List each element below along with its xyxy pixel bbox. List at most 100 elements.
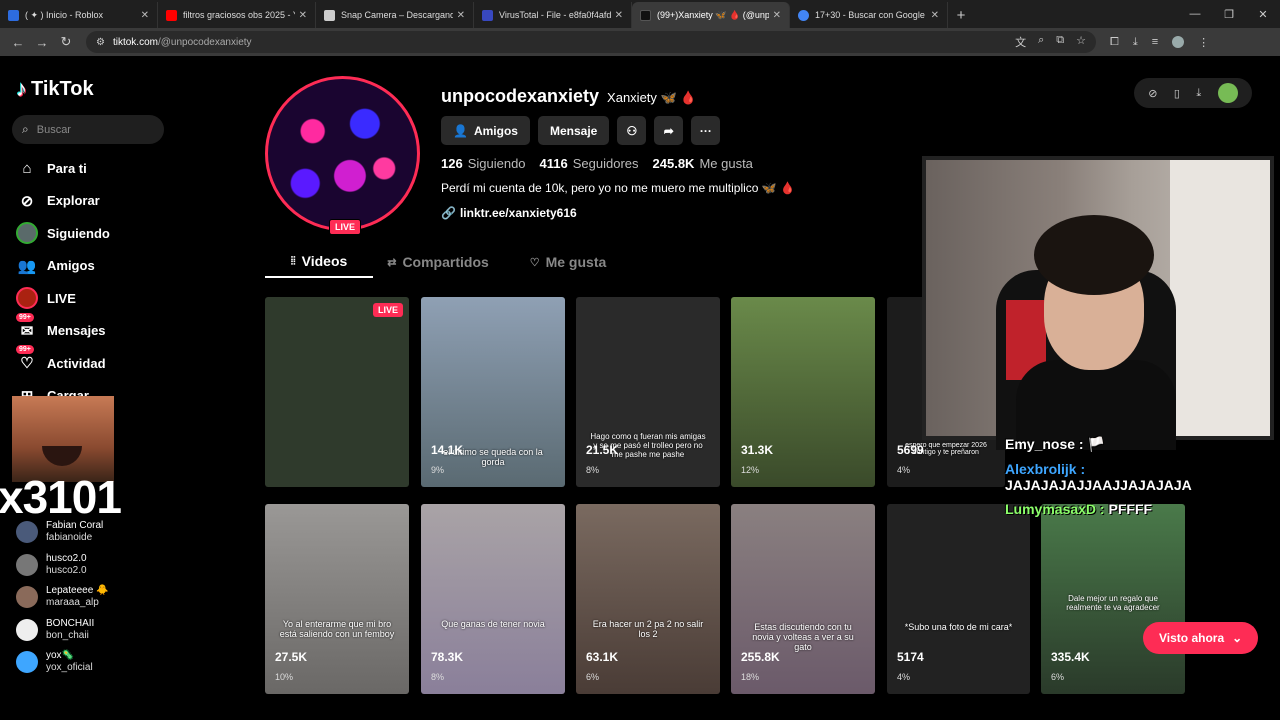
- video-card[interactable]: Era hacer un 2 pa 2 no salir los 2 63.1K…: [576, 504, 720, 694]
- video-card[interactable]: *Subo una foto de mi cara* 5174 4%: [887, 504, 1030, 694]
- browser-tab[interactable]: filtros graciosos obs 2025 - You ✕: [158, 2, 316, 28]
- profile-name-row: unpocodexanxiety Xanxiety 🦋 🩸: [441, 86, 697, 107]
- account-name: husco2.0: [46, 552, 87, 564]
- sidebar-item-actividad[interactable]: ♡ 99+ Actividad: [16, 345, 110, 380]
- sidebar: ♪ TikTok ⌕ Buscar ⌂ Para ti ⊘ Explorar Sigui…: [0, 56, 240, 720]
- video-card[interactable]: LIVE: [265, 297, 409, 487]
- new-tab-button[interactable]: +: [948, 2, 974, 28]
- browser-tab-active[interactable]: (99+)Xanxiety 🦋 🩸 (@unpoco ✕: [632, 2, 790, 28]
- message-button[interactable]: Mensaje: [537, 116, 610, 145]
- close-icon[interactable]: ✕: [615, 10, 623, 21]
- following-account[interactable]: Lepateeee 🐥 maraaa_alp: [16, 581, 109, 614]
- followers-stat[interactable]: 4116 Seguidores: [540, 156, 639, 171]
- visto-label: Visto ahora: [1159, 631, 1225, 645]
- search-icon: ⌕: [22, 122, 29, 136]
- stream-chat: Emy_nose : 🏳️ Alexbrolijk : JAJAJAJAJJAAJ…: [1005, 436, 1255, 525]
- profile-link[interactable]: 🔗 linktr.ee/xanxiety616: [441, 206, 577, 220]
- more-button[interactable]: ···: [691, 116, 721, 145]
- browser-tab[interactable]: 17+30 - Buscar con Google ✕: [790, 2, 948, 28]
- following-account[interactable]: husco2.0 husco2.0: [16, 549, 109, 582]
- tiktok-logo[interactable]: ♪ TikTok: [16, 76, 94, 102]
- tab-videos[interactable]: ⦙⦙ Videos: [265, 246, 373, 278]
- webcam-shelf: [1170, 160, 1270, 436]
- following-account[interactable]: BONCHAII bon_chaii: [16, 614, 109, 647]
- compass-icon: ⊘: [20, 192, 34, 210]
- visto-ahora-button[interactable]: Visto ahora ⌄: [1143, 622, 1259, 654]
- close-icon[interactable]: ✕: [931, 10, 939, 21]
- friends-button-label: Amigos: [473, 123, 518, 138]
- download-icon[interactable]: ⤓: [1133, 36, 1138, 49]
- profile-avatar[interactable]: [265, 76, 420, 231]
- maximize-button[interactable]: ❐: [1212, 0, 1246, 28]
- video-card[interactable]: 31.3K 12%: [731, 297, 875, 487]
- close-icon[interactable]: ✕: [773, 10, 781, 21]
- sidebar-item-siguiendo[interactable]: Siguiendo: [16, 217, 110, 250]
- close-icon[interactable]: ✕: [141, 10, 149, 21]
- tab-title: Snap Camera – Descargando: [341, 10, 453, 20]
- grid-icon: ⦙⦙: [290, 254, 296, 267]
- sidebar-item-mensajes[interactable]: ✉ 99+ Mensajes: [16, 312, 110, 348]
- install-icon[interactable]: ⧉: [1056, 34, 1064, 50]
- bookmark-star-icon[interactable]: ☆: [1076, 34, 1086, 50]
- following-account[interactable]: yox🦠 yox_oficial: [16, 646, 109, 679]
- account-user: bon_chaii: [46, 629, 89, 641]
- close-icon[interactable]: ✕: [457, 10, 465, 21]
- sidebar-item-label: Actividad: [47, 355, 106, 371]
- window-controls: — ❐ ✕: [1178, 0, 1280, 28]
- device-icon[interactable]: ▯: [1174, 87, 1180, 100]
- url-input[interactable]: ⚙ tiktok.com/@unpocodexanxiety 文 ⌕ ⧉ ☆: [86, 31, 1096, 53]
- chat-message: Emy_nose : 🏳️: [1005, 436, 1105, 452]
- video-card[interactable]: Yo al enterarme que mi bro está saliendo…: [265, 504, 409, 694]
- profile-stats: 126 Siguiendo 4116 Seguidores 245.8K Me gus…: [441, 156, 753, 171]
- account-name: Fabian Coral: [46, 520, 104, 532]
- browser-tab[interactable]: ( ✦ ) Inicio - Roblox ✕: [0, 2, 158, 28]
- translate-icon[interactable]: 文: [1015, 34, 1026, 50]
- tab-favicon: [8, 9, 19, 21]
- back-icon[interactable]: ←: [6, 35, 30, 50]
- tab-compartidos[interactable]: ⇄ Compartidos: [373, 246, 503, 278]
- user-avatar[interactable]: [1217, 83, 1238, 103]
- close-icon[interactable]: ✕: [299, 10, 307, 21]
- sidebar-item-explorar[interactable]: ⊘ Explorar: [16, 185, 110, 218]
- friends-button[interactable]: 👤 Amigos: [441, 116, 530, 145]
- extensions-icon[interactable]: ⧠: [1110, 36, 1119, 49]
- menu-icon[interactable]: ⋮: [1198, 36, 1209, 49]
- video-views: 21.5K: [586, 443, 619, 457]
- sidebar-item-live[interactable]: LIVE: [16, 282, 110, 315]
- share-button[interactable]: ➦: [654, 116, 684, 145]
- sidebar-item-amigos[interactable]: 👥 Amigos: [16, 250, 110, 283]
- video-card[interactable]: Estas discutiendo con tu novia y volteas…: [731, 504, 875, 694]
- close-window-button[interactable]: ✕: [1246, 0, 1280, 28]
- live-badge[interactable]: LIVE: [329, 219, 362, 235]
- following-account[interactable]: Fabian Coral fabianoide: [16, 516, 109, 549]
- video-card[interactable]: Hago como q fueran mis amigas y se me pa…: [576, 297, 720, 487]
- download-app-icon[interactable]: ⤓: [1196, 87, 1201, 100]
- video-card[interactable]: Dale mejor un regalo que realmente te va…: [1041, 504, 1185, 694]
- search-placeholder: Buscar: [36, 123, 71, 136]
- video-card[interactable]: Que ganas de tener novia 78.3K 8%: [421, 504, 565, 694]
- sidebar-item-para-ti[interactable]: ⌂ Para ti: [16, 152, 110, 185]
- account-name: yox🦠: [46, 650, 75, 662]
- tab-title: (99+)Xanxiety 🦋 🩸 (@unpoco: [657, 9, 769, 20]
- webcam-overlay: [922, 156, 1274, 450]
- profile-avatar[interactable]: [1172, 36, 1185, 48]
- zoom-icon[interactable]: ⌕: [1038, 34, 1044, 50]
- search-input[interactable]: ⌕ Buscar: [12, 115, 164, 144]
- repost-icon: ⇄: [387, 256, 397, 269]
- site-info-icon[interactable]: ⚙: [96, 37, 105, 48]
- browser-tab[interactable]: VirusTotal - File - e8fa0f4afd87f ✕: [474, 2, 632, 28]
- sidebar-item-label: Para ti: [47, 160, 87, 176]
- tab-me-gusta[interactable]: ♡ Me gusta: [503, 246, 633, 278]
- video-views: 31.3K: [741, 443, 774, 457]
- reload-icon[interactable]: ↻: [54, 34, 78, 50]
- following-stat[interactable]: 126 Siguiendo: [441, 156, 526, 171]
- media-icon[interactable]: ≡: [1152, 36, 1158, 48]
- add-friend-button[interactable]: ⚇: [617, 116, 647, 145]
- video-pct: 18%: [741, 672, 760, 682]
- video-views: 5699: [897, 443, 924, 457]
- minimize-button[interactable]: —: [1178, 0, 1212, 28]
- forward-icon[interactable]: →: [30, 35, 54, 50]
- coins-icon[interactable]: ⊘: [1148, 87, 1157, 100]
- video-card[interactable]: el último se queda con la gorda 14.1K 9%: [421, 297, 565, 487]
- browser-tab[interactable]: Snap Camera – Descargando ✕: [316, 2, 474, 28]
